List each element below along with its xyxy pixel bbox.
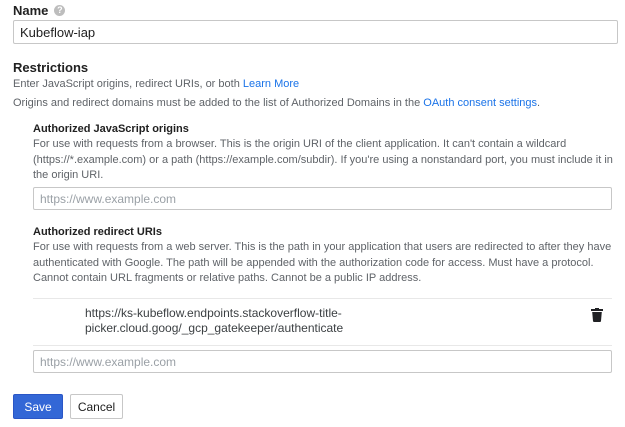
help-icon[interactable]: ? [54,5,66,16]
js-origins-description: For use with requests from a browser. Th… [33,138,613,181]
cancel-button[interactable]: Cancel [70,394,123,419]
redirect-uri-input[interactable] [33,350,612,373]
js-origins-title: Authorized JavaScript origins [33,123,189,135]
restrictions-title: Restrictions [13,60,89,75]
js-origin-input[interactable] [33,187,612,210]
authorized-domains-suffix: . [537,97,541,109]
redirect-uris-title: Authorized redirect URIs [33,226,162,238]
authorized-domains-note: Origins and redirect domains must be add… [13,97,540,109]
redirect-uri-value: https://ks-kubeflow.endpoints.stackoverf… [85,306,344,335]
trash-icon[interactable] [591,308,603,322]
oauth-consent-link[interactable]: OAuth consent settings [423,97,537,109]
restrictions-intro: Enter JavaScript origins, redirect URIs,… [13,78,299,90]
redirect-uris-description: For use with requests from a web server.… [33,241,612,284]
authorized-domains-text: Origins and redirect domains must be add… [13,97,424,109]
learn-more-link[interactable]: Learn More [243,78,299,90]
name-label-text: Name [13,3,49,18]
restrictions-intro-text: Enter JavaScript origins, redirect URIs,… [13,78,243,90]
save-button[interactable]: Save [13,394,63,419]
name-label: Name ? [13,3,66,18]
name-input[interactable] [13,20,618,44]
redirect-uri-row: https://ks-kubeflow.endpoints.stackoverf… [33,298,612,346]
